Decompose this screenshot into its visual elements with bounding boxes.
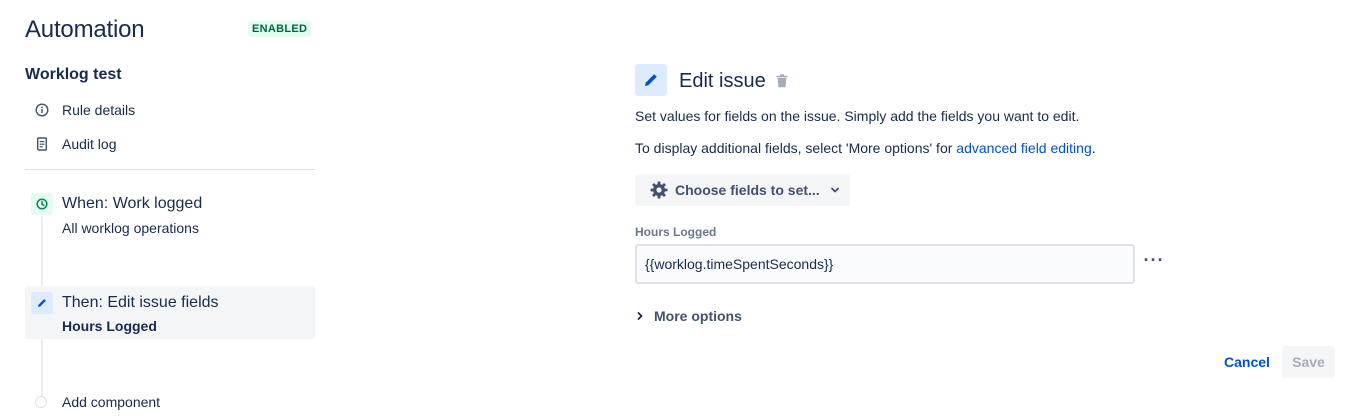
document-icon [34, 136, 50, 152]
trash-icon[interactable] [774, 72, 790, 90]
chevron-down-icon [830, 185, 840, 195]
choose-fields-label: Choose fields to set... [675, 182, 820, 198]
pencil-icon [31, 292, 53, 314]
cancel-button[interactable]: Cancel [1213, 346, 1281, 378]
panel-description-advanced: To display additional fields, select 'Mo… [635, 140, 1096, 156]
hours-logged-field[interactable] [635, 244, 1135, 284]
action-step[interactable]: Then: Edit issue fields Hours Logged [25, 286, 315, 339]
add-component-label: Add component [62, 394, 161, 410]
advanced-suffix: . [1091, 140, 1096, 156]
status-badge: ENABLED [248, 21, 312, 37]
pencil-icon [635, 64, 667, 96]
sidebar-item-rule-details[interactable]: Rule details [34, 100, 135, 120]
more-options-label: More options [654, 308, 742, 324]
more-actions-icon[interactable]: ··· [1142, 250, 1166, 270]
chevron-right-icon [636, 311, 644, 321]
trigger-step-title: When: Work logged [62, 195, 203, 212]
clock-icon [31, 193, 53, 215]
gear-icon [649, 180, 669, 200]
trigger-step[interactable]: When: Work logged All worklog operations [25, 190, 315, 242]
trigger-step-subtitle: All worklog operations [62, 220, 199, 236]
panel-title: Edit issue [679, 70, 766, 92]
panel-description: Set values for fields on the issue. Simp… [635, 108, 1080, 124]
rule-name: Worklog test [25, 66, 122, 83]
choose-fields-button[interactable]: Choose fields to set... [635, 174, 850, 206]
advanced-field-editing-link[interactable]: advanced field editing [956, 140, 1091, 156]
add-component-button[interactable]: Add component [35, 393, 160, 411]
action-step-title: Then: Edit issue fields [62, 294, 219, 311]
info-icon [34, 102, 50, 118]
add-component-dot [35, 396, 47, 408]
save-button[interactable]: Save [1282, 346, 1335, 378]
sidebar-item-audit-log[interactable]: Audit log [34, 134, 116, 154]
page-title: Automation [25, 16, 145, 43]
advanced-prefix: To display additional fields, select 'Mo… [635, 140, 957, 156]
sidebar-item-label: Audit log [62, 136, 117, 152]
hours-logged-label: Hours Logged [635, 225, 717, 239]
sidebar-divider [25, 169, 315, 170]
sidebar-item-label: Rule details [62, 102, 136, 118]
action-step-subtitle: Hours Logged [62, 318, 157, 334]
more-options-toggle[interactable]: More options [636, 306, 742, 326]
